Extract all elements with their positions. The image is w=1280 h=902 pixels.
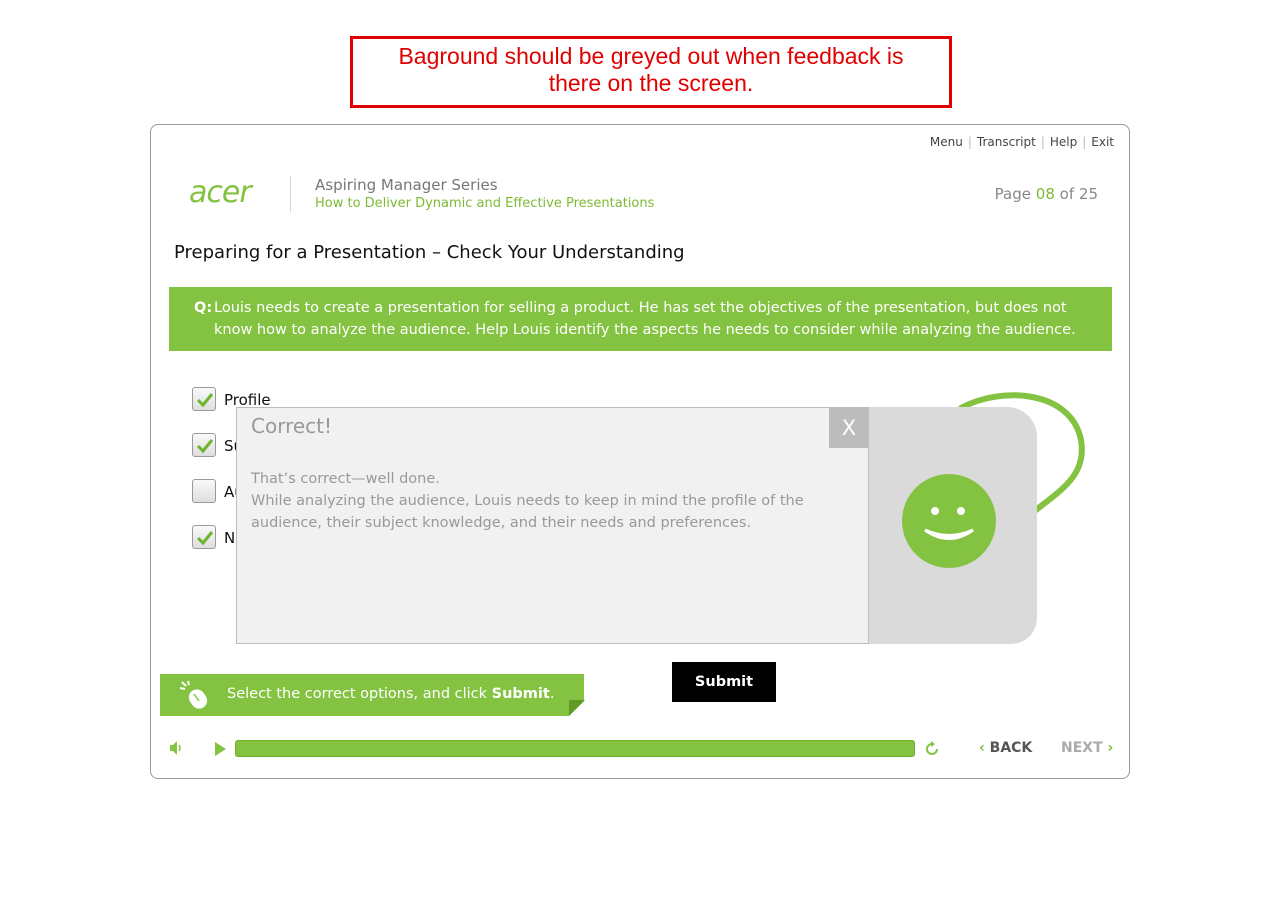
page-of: of [1059,185,1075,203]
instruction-banner: Select the correct options, and click Su… [160,674,585,716]
submit-button[interactable]: Submit [672,662,776,702]
feedback-line-1: That’s correct—well done. [251,471,440,487]
acer-logo: acer [189,175,254,210]
nav-separator: | [1082,135,1087,149]
course-title: How to Deliver Dynamic and Effective Pre… [315,196,655,211]
option-checkbox[interactable] [192,433,216,457]
page-prefix: Page [994,185,1031,203]
question-prefix: Q: [194,300,213,316]
chevron-right-icon: › [1107,740,1114,756]
question-text: Louis needs to create a presentation for… [214,300,1076,338]
annotation-line-1: Baground should be greyed out when feedb… [398,43,904,69]
question-banner: Q: Louis needs to create a presentation … [169,287,1112,351]
review-annotation: Baground should be greyed out when feedb… [350,36,952,108]
instruction-text: Select the correct options, and click Su… [227,686,554,702]
back-button[interactable]: ‹ BACK [979,740,1032,756]
checkmark-icon [196,531,214,546]
page-total: 25 [1078,185,1098,203]
feedback-body: That’s correct—well done. While analyzin… [251,468,841,534]
option-checkbox[interactable] [192,387,216,411]
course-frame: Menu | Transcript | Help | Exit acer Aspiring … [150,124,1130,779]
option-checkbox[interactable] [192,479,216,503]
instruction-main: Select the correct options, and click [227,686,492,702]
feedback-title: Correct! [251,414,333,438]
annotation-line-2: there on the screen. [548,70,754,96]
top-navigation: Menu | Transcript | Help | Exit [930,135,1114,149]
next-label: NEXT [1061,740,1103,756]
volume-icon[interactable] [169,740,185,756]
transcript-link[interactable]: Transcript [977,135,1036,149]
help-link[interactable]: Help [1050,135,1077,149]
checkmark-icon [196,439,214,454]
svg-text:acer: acer [189,175,253,210]
series-title: Aspiring Manager Series [315,176,498,194]
menu-link[interactable]: Menu [930,135,963,149]
checkmark-icon [196,393,214,408]
instruction-bold: Submit [491,686,550,702]
chevron-left-icon: ‹ [979,740,985,756]
corner-fold-icon [569,700,585,716]
option-checkbox[interactable] [192,525,216,549]
instruction-end: . [549,686,555,702]
header-divider [290,176,291,212]
page-current: 08 [1035,185,1055,203]
smiley-icon [902,474,996,568]
page-indicator: Page 08 of 25 [995,185,1098,203]
next-button[interactable]: NEXT › [1061,740,1113,756]
progress-bar[interactable] [235,740,915,757]
feedback-popup: Correct! That’s correct—well done. While… [236,407,869,644]
play-icon[interactable] [213,741,227,757]
nav-separator: | [1040,135,1045,149]
feedback-line-2: While analyzing the audience, Louis need… [251,493,804,531]
nav-separator: | [967,135,972,149]
replay-icon[interactable] [923,740,941,758]
back-label: BACK [989,740,1033,756]
mouse-click-icon [179,680,208,709]
exit-link[interactable]: Exit [1091,135,1114,149]
page-title: Preparing for a Presentation – Check You… [174,242,685,263]
close-feedback-button[interactable]: X [829,408,869,448]
